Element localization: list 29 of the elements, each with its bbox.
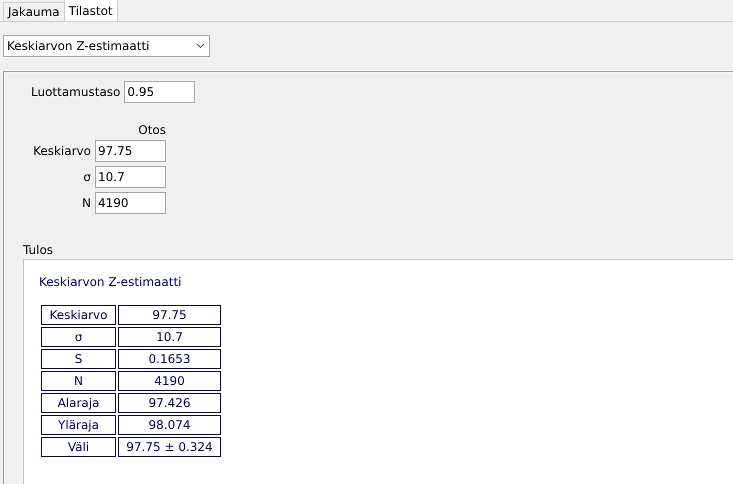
table-cell: Väli [41, 437, 116, 457]
tab[interactable]: Jakauma [3, 2, 65, 21]
table-cell: N [41, 371, 116, 391]
tab[interactable]: Tilastot [64, 0, 118, 21]
sample-field[interactable]: 97.75 [95, 140, 166, 162]
sample-field[interactable]: 10.7 [95, 166, 166, 188]
table-cell: Yläraja [41, 415, 116, 435]
result-label: Tulos [23, 243, 54, 257]
result-title: Keskiarvon Z-estimaatti [39, 275, 182, 289]
table-cell: Alaraja [41, 393, 116, 413]
procedure-dropdown[interactable]: Keskiarvon Z-estimaatti [3, 35, 210, 57]
confidence-label: Luottamustaso [31, 85, 120, 99]
chevron-down-icon [196, 43, 205, 49]
field-label: Keskiarvo [33, 144, 91, 158]
table-cell: S [41, 349, 116, 369]
table-cell: 0.1653 [118, 349, 221, 369]
sample-heading: Otos [137, 123, 166, 137]
table-cell: 4190 [118, 371, 221, 391]
table-cell: Keskiarvo [41, 305, 116, 325]
table-cell: 97.426 [118, 393, 221, 413]
table-cell: 10.7 [118, 327, 221, 347]
sample-field[interactable]: 4190 [95, 192, 166, 214]
field-label: N [82, 196, 91, 210]
table-cell: 97.75 ± 0.324 [118, 437, 221, 457]
field-label: σ [83, 170, 91, 184]
table-cell: 97.75 [118, 305, 221, 325]
confidence-field[interactable]: 0.95 [124, 81, 196, 103]
table-cell: σ [41, 327, 116, 347]
table-cell: 98.074 [118, 415, 221, 435]
